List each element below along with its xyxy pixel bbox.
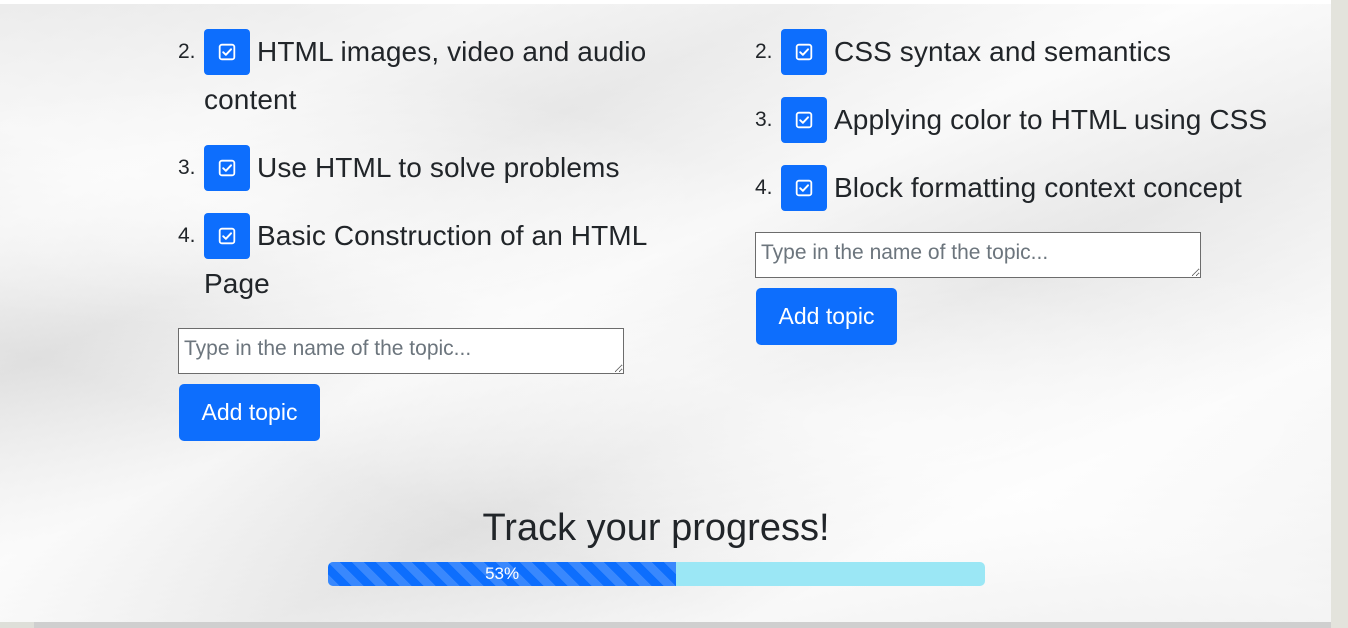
- topic-label: Applying color to HTML using CSS: [834, 104, 1268, 135]
- topic-item: 3. Applying color to HTML using CSS: [751, 96, 1311, 144]
- progress-bar: 53%: [328, 562, 985, 586]
- add-topic-button[interactable]: Add topic: [179, 384, 320, 441]
- topic-label: Block formatting context concept: [834, 172, 1242, 203]
- topic-label: Basic Construction of an HTML Page: [204, 220, 647, 299]
- item-number: 2.: [755, 40, 773, 63]
- item-number: 3.: [178, 156, 196, 179]
- topic-label: HTML images, video and audio content: [204, 36, 647, 115]
- left-topic-column: 2. HTML images, video and audio content …: [174, 28, 674, 441]
- progress-title: Track your progress!: [482, 507, 830, 549]
- check-square-icon[interactable]: [204, 29, 250, 75]
- topic-item: 4. Block formatting context concept: [751, 164, 1311, 212]
- topic-item: 2. CSS syntax and semantics: [751, 28, 1311, 76]
- item-number: 4.: [755, 176, 773, 199]
- check-square-icon[interactable]: [204, 213, 250, 259]
- page-content: 2. HTML images, video and audio content …: [0, 4, 1331, 622]
- horizontal-scrollbar[interactable]: [34, 622, 1331, 628]
- left-topic-list: 2. HTML images, video and audio content …: [174, 28, 674, 308]
- add-topic-button[interactable]: Add topic: [756, 288, 897, 345]
- topic-item: 2. HTML images, video and audio content: [174, 28, 674, 124]
- check-square-icon[interactable]: [781, 97, 827, 143]
- item-number: 4.: [178, 224, 196, 247]
- check-square-icon[interactable]: [781, 165, 827, 211]
- topic-item: 3. Use HTML to solve problems: [174, 144, 674, 192]
- progress-fill: 53%: [328, 562, 677, 586]
- topic-item: 4. Basic Construction of an HTML Page: [174, 212, 674, 308]
- topic-name-input[interactable]: [755, 232, 1201, 278]
- right-topic-list: 2. CSS syntax and semantics 3. Applying …: [751, 28, 1311, 212]
- topic-name-input[interactable]: [178, 328, 624, 374]
- item-number: 2.: [178, 40, 196, 63]
- check-square-icon[interactable]: [204, 145, 250, 191]
- scrollbar-track[interactable]: [1331, 0, 1348, 628]
- check-square-icon[interactable]: [781, 29, 827, 75]
- topic-label: Use HTML to solve problems: [257, 152, 620, 183]
- topic-label: CSS syntax and semantics: [834, 36, 1171, 67]
- item-number: 3.: [755, 108, 773, 131]
- right-topic-column: 2. CSS syntax and semantics 3. Applying …: [751, 28, 1311, 345]
